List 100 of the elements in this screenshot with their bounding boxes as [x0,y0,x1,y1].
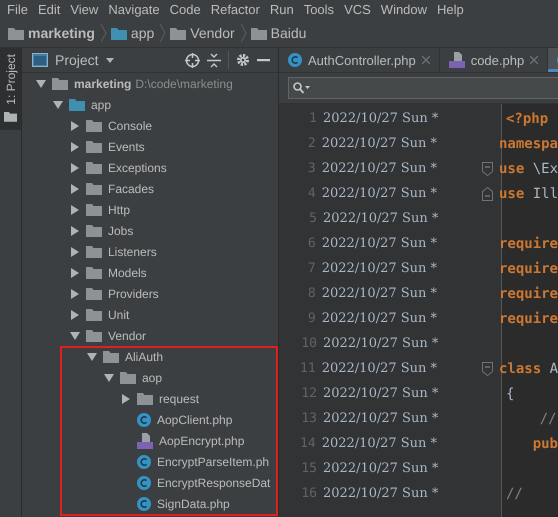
collapsed-arrow-icon[interactable] [70,204,80,214]
tree-item[interactable]: app [91,98,112,112]
settings-icon[interactable] [236,53,250,67]
tree-item[interactable]: Unit [108,308,130,322]
breadcrumb-item[interactable]: marketing [28,25,95,41]
collapsed-arrow-icon[interactable] [70,184,80,194]
tree-item[interactable]: AliAuth [125,350,164,364]
collapsed-arrow-icon[interactable] [70,226,80,236]
folder-icon [103,350,119,363]
blame-annotation: 2022/10/27 Sun * [322,460,440,478]
menu-item[interactable]: Navigate [103,2,165,17]
collapsed-arrow-icon[interactable] [70,268,80,278]
minimize-icon[interactable] [257,58,270,62]
collapsed-arrow-icon[interactable] [70,288,80,298]
tree-item[interactable]: Events [108,140,145,154]
tree-item[interactable]: Console [108,118,152,132]
tree-item[interactable]: request [159,392,200,406]
menu-item[interactable]: Run [264,2,299,17]
tree-item[interactable]: Exceptions [108,160,167,174]
tree-item[interactable]: Http [108,202,130,216]
chevron-icon [100,24,107,42]
code-line: pub [532,436,558,452]
tree-item[interactable]: EncryptResponseDat [157,476,270,490]
editor-tab[interactable]: AuthController.php [279,48,440,72]
folder-icon [86,161,102,174]
expanded-arrow-icon[interactable] [104,372,114,382]
menu-item[interactable]: Code [164,2,206,17]
code-line: use Ill [498,186,558,202]
collapsed-arrow-icon[interactable] [70,162,80,172]
class-icon [288,53,302,67]
expanded-arrow-icon[interactable] [87,352,97,362]
class-icon [137,454,151,468]
search-field[interactable] [288,77,558,99]
menu-item[interactable]: Help [432,2,469,17]
code-line: class A [498,360,558,376]
chevron-icon [240,24,247,42]
code-line: use \Ex [498,160,558,176]
expanded-arrow-icon[interactable] [36,78,46,88]
folder-icon [250,26,267,40]
class-icon [137,412,151,426]
expanded-arrow-icon[interactable] [70,330,80,340]
project-tool-tab[interactable]: 1: Project [0,48,21,130]
menu-item[interactable]: Refactor [206,2,265,17]
breadcrumb-item[interactable]: app [130,25,154,41]
folder-icon [86,308,102,321]
search-icon [293,82,311,94]
menu-item[interactable]: File [2,2,33,17]
code-line: require [498,236,558,252]
menu-item[interactable]: View [65,2,104,17]
code-line: // [505,486,523,502]
tree-item[interactable]: Providers [108,286,159,300]
menu-item[interactable]: Window [376,2,432,17]
tree-item[interactable]: Vendor [108,328,146,342]
folder-icon [86,266,102,279]
menu-item[interactable]: Edit [32,2,66,17]
folder-icon [86,182,102,195]
folder-icon [86,287,102,300]
folder-icon [52,77,68,90]
blame-annotation: 2022/10/27 Sun * [320,235,438,253]
tree-item[interactable]: Listeners [108,244,157,258]
tree-item[interactable]: Models [108,266,147,280]
expanded-arrow-icon[interactable] [53,100,63,110]
blame-annotation: 2022/10/27 Sun * [322,385,440,403]
fold-marker-icon[interactable] [482,186,493,200]
collapsed-arrow-icon[interactable] [70,310,80,320]
breadcrumb-item[interactable]: Vendor [190,25,235,41]
blame-annotation: 2022/10/27 Sun * [320,360,438,378]
window-icon [32,53,48,67]
class-icon [137,476,151,490]
collapse-all-icon[interactable] [207,52,221,68]
php-file-icon [448,52,465,68]
class-icon [137,496,151,510]
tree-item[interactable]: marketing [74,76,132,90]
locate-icon[interactable] [185,52,200,68]
collapsed-arrow-icon[interactable] [70,120,80,130]
folder-icon [120,371,136,384]
tree-item[interactable]: aop [142,370,162,384]
folder-icon [69,98,85,111]
fold-marker-icon[interactable] [482,162,493,176]
view-selector[interactable]: Project [55,52,99,68]
tree-item[interactable]: AopClient.php [157,412,232,426]
menu-item[interactable]: Tools [298,2,340,17]
tree-item[interactable]: AopEncrypt.php [159,434,244,448]
blame-annotation: 2022/10/27 Sun * [320,135,438,153]
fold-marker-icon[interactable] [482,362,493,376]
tree-item[interactable]: Facades [108,182,154,196]
tree-item[interactable]: SignData.php [157,496,230,510]
folder-icon [170,26,186,40]
tree-item[interactable]: EncryptParseItem.ph [157,454,270,468]
tree-item[interactable]: Jobs [108,224,134,238]
editor-tab[interactable]: code.php [440,48,548,72]
collapsed-arrow-icon[interactable] [70,142,80,152]
blame-annotation: 2022/10/27 Sun * [320,285,438,303]
collapsed-arrow-icon[interactable] [121,394,131,404]
dropdown-caret-icon[interactable] [106,58,114,62]
breadcrumb-item[interactable]: Baidu [270,25,306,41]
folder-icon [110,26,127,40]
collapsed-arrow-icon[interactable] [70,246,80,256]
menu-item[interactable]: VCS [339,2,376,17]
blame-annotation: 2022/10/27 Sun * [322,410,440,428]
